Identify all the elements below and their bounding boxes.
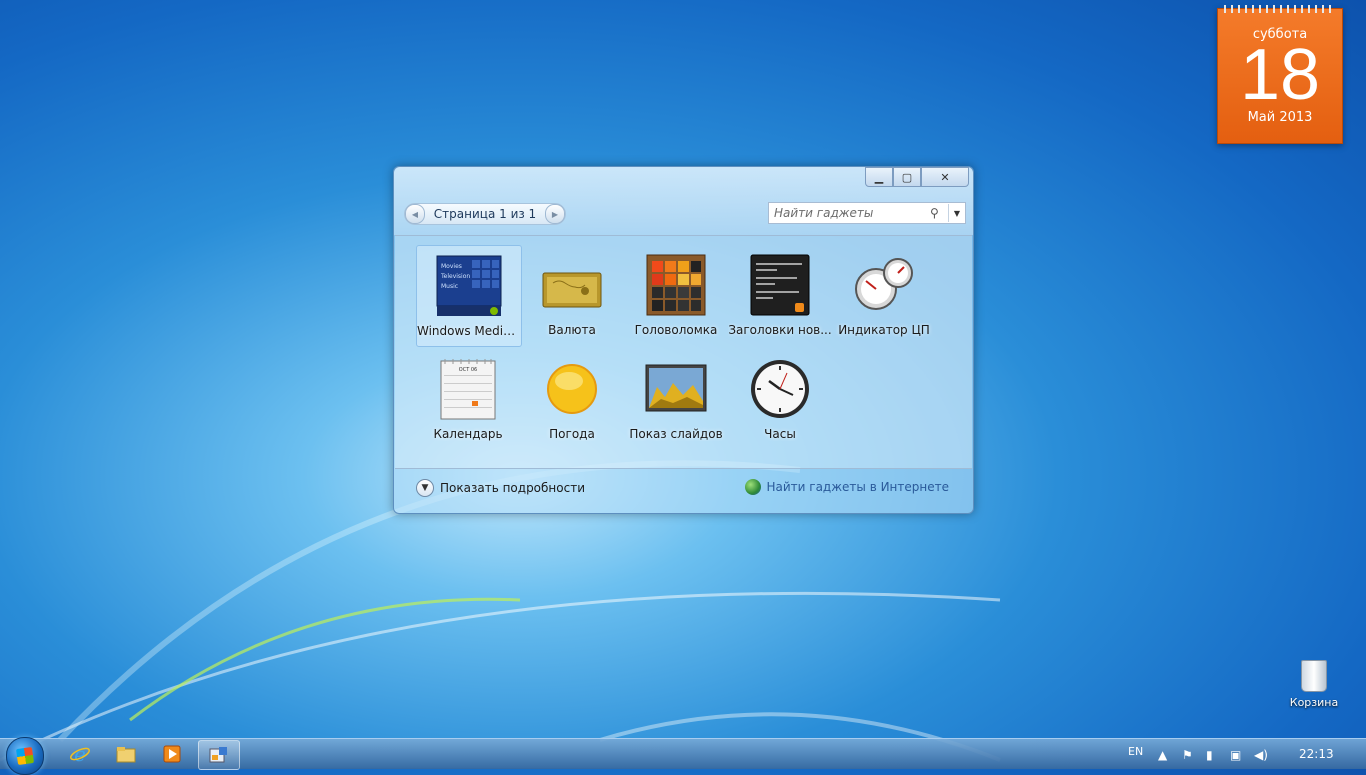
gadget-list: Movies Television Music Windows Media...…	[395, 235, 972, 469]
gadget-label: Погода	[549, 427, 595, 441]
calendar-month-year: Май 2013	[1247, 110, 1313, 125]
arrow-right-icon: ▶	[551, 209, 559, 219]
maximize-button[interactable]: ▢	[893, 167, 921, 187]
folder-icon	[116, 747, 136, 763]
taskbar-gadgets[interactable]	[198, 740, 240, 770]
calendar-month-label: OCT 06	[459, 367, 477, 373]
power-icon[interactable]: ▮	[1206, 748, 1213, 762]
gadget-item-puzzle[interactable]: Головоломка	[624, 245, 728, 345]
get-gadgets-online-link[interactable]: Найти гаджеты в Интернете	[745, 479, 949, 495]
prev-page-button[interactable]: ◀	[405, 204, 425, 224]
gadget-label: Заголовки нов...	[728, 323, 832, 337]
gadgets-icon	[209, 747, 227, 763]
show-details-toggle[interactable]: ▼ Показать подробности	[416, 479, 585, 497]
volume-icon[interactable]: ◀)	[1254, 748, 1268, 762]
gadget-label: Календарь	[433, 427, 503, 441]
feed-headlines-icon	[750, 254, 810, 316]
media-player-icon	[163, 745, 181, 763]
taskbar-media-player[interactable]	[152, 740, 192, 768]
gadget-label: Индикатор ЦП	[838, 323, 930, 337]
page-indicator: Страница 1 из 1	[433, 207, 537, 221]
search-dropdown-button[interactable]: ▼	[948, 204, 965, 222]
gadget-item-windows-media-center[interactable]: Movies Television Music Windows Media...	[416, 245, 522, 347]
calendar-day-number: 18	[1239, 35, 1321, 115]
taskbar-internet-explorer[interactable]: e	[60, 740, 100, 768]
gadget-item-cpu-meter[interactable]: Индикатор ЦП	[832, 245, 936, 345]
action-center-flag-icon[interactable]: ⚑	[1182, 748, 1193, 762]
close-button[interactable]: ✕	[921, 167, 969, 187]
gadget-gallery-window: ▁ ▢ ✕ ◀ Страница 1 из 1 ▶ Найти гаджеты …	[393, 166, 974, 514]
minimize-icon: ▁	[874, 170, 884, 184]
svg-text:e: e	[74, 743, 86, 765]
calendar-icon: OCT 06	[440, 359, 496, 420]
taskbar: e EN ▲ ⚑ ▮ ▣ ◀) 22:13	[0, 737, 1366, 775]
network-icon[interactable]: ▣	[1230, 748, 1241, 762]
gadget-item-clock[interactable]: Часы	[728, 349, 832, 449]
gadget-label: Показ слайдов	[629, 427, 723, 441]
minimize-button[interactable]: ▁	[865, 167, 893, 187]
search-input[interactable]: Найти гаджеты	[769, 206, 930, 220]
page-navigator: ◀ Страница 1 из 1 ▶	[404, 203, 566, 225]
next-page-button[interactable]: ▶	[545, 204, 565, 224]
gadget-item-currency[interactable]: Валюта	[520, 245, 624, 345]
arrow-left-icon: ◀	[411, 209, 419, 219]
media-center-icon: Movies Television Music	[436, 255, 502, 316]
gadget-item-slideshow[interactable]: Показ слайдов	[624, 349, 728, 449]
chevron-down-icon: ▼	[953, 208, 961, 218]
internet-explorer-icon: e	[70, 743, 90, 765]
puzzle-icon	[646, 254, 706, 316]
get-gadgets-online-label: Найти гаджеты в Интернете	[766, 480, 949, 494]
slideshow-icon	[645, 364, 707, 412]
gadget-label: Windows Media...	[417, 324, 521, 338]
search-icon[interactable]: ⚲	[930, 206, 948, 220]
calendar-rings	[1224, 5, 1336, 13]
recycle-bin-icon	[1301, 660, 1327, 692]
recycle-bin-label: Корзина	[1289, 696, 1339, 709]
show-hidden-icons-button[interactable]: ▲	[1158, 748, 1167, 762]
show-details-label: Показать подробности	[440, 481, 585, 495]
media-menu-item: Music	[441, 283, 458, 290]
close-icon: ✕	[940, 170, 950, 184]
taskbar-explorer[interactable]	[106, 740, 146, 768]
gadget-item-weather[interactable]: Погода	[520, 349, 624, 449]
gadget-item-calendar[interactable]: OCT 06 Календарь	[416, 349, 520, 449]
taskbar-clock[interactable]: 22:13	[1299, 747, 1334, 761]
language-indicator[interactable]: EN	[1128, 745, 1143, 758]
gadget-label: Часы	[764, 427, 796, 441]
windows-logo-icon	[15, 746, 35, 766]
start-button[interactable]	[6, 737, 44, 775]
currency-icon	[542, 272, 602, 308]
media-menu-item: Television	[440, 273, 470, 280]
maximize-icon: ▢	[901, 170, 913, 184]
weather-icon	[547, 364, 597, 414]
gadget-search-box[interactable]: Найти гаджеты ⚲ ▼	[768, 202, 966, 224]
cpu-meter-icon	[855, 258, 913, 310]
calendar-gadget[interactable]: суббота 18 Май 2013	[1217, 5, 1343, 144]
recycle-bin[interactable]: Корзина	[1286, 660, 1342, 709]
gadget-item-feed-headlines[interactable]: Заголовки нов...	[728, 245, 832, 345]
media-menu-item: Movies	[441, 263, 462, 270]
window-caption-buttons: ▁ ▢ ✕	[865, 167, 969, 187]
chevron-down-icon: ▼	[416, 479, 434, 497]
gadget-label: Головоломка	[634, 323, 718, 337]
clock-icon	[751, 360, 809, 418]
gadget-label: Валюта	[548, 323, 596, 337]
globe-icon	[745, 479, 762, 495]
